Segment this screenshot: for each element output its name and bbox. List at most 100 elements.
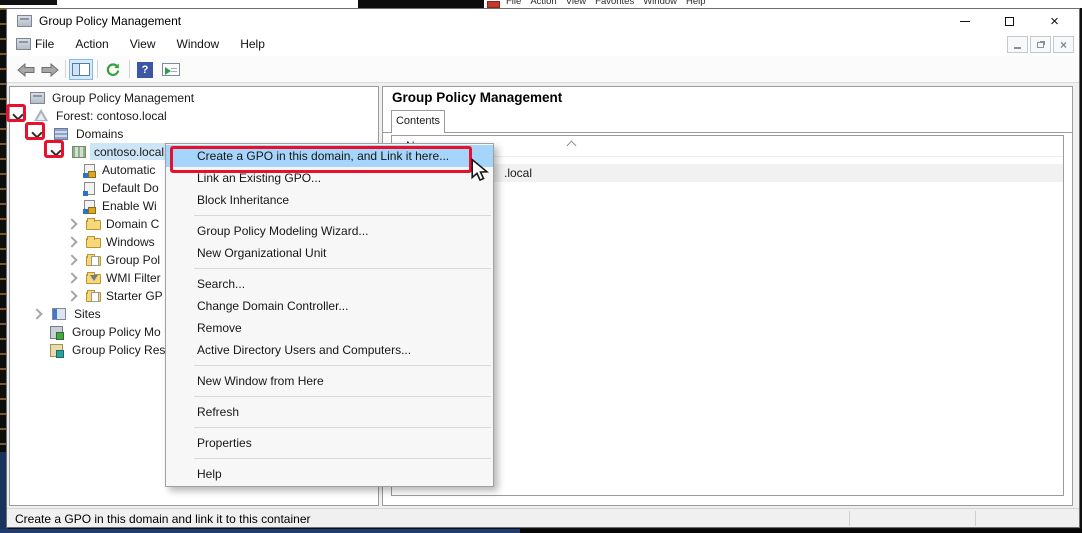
background-app-icon — [487, 1, 500, 8]
background-bottom-navy — [0, 529, 520, 533]
maximize-icon — [1005, 17, 1014, 26]
tab-contents[interactable]: Contents — [391, 110, 445, 133]
tab-strip-line — [383, 132, 1072, 133]
menu-bar: File Action View Window Help × — [7, 33, 1079, 56]
background-menu-help: Help — [686, 0, 706, 7]
forward-arrow-icon — [41, 63, 59, 77]
status-bar: Create a GPO in this domain and link it … — [7, 508, 1079, 527]
tree-item-label: Group Policy Mo — [72, 325, 161, 339]
chevron-collapsed-icon[interactable] — [66, 236, 77, 247]
tree-item-label: Domain C — [106, 217, 159, 231]
menu-window[interactable]: Window — [177, 37, 220, 51]
child-window-controls: × — [1007, 36, 1074, 53]
menu-item-help[interactable]: Help — [166, 463, 493, 485]
forest-icon — [34, 109, 48, 121]
toolbar-separator — [97, 60, 98, 78]
tree-item-label: Automatic — [102, 163, 155, 177]
folder-icon — [86, 220, 101, 230]
refresh-icon — [105, 62, 121, 78]
menu-item-change-domain-controller[interactable]: Change Domain Controller... — [166, 295, 493, 317]
chevron-collapsed-icon[interactable] — [31, 308, 42, 319]
close-icon: × — [1050, 14, 1059, 29]
chevron-collapsed-icon[interactable] — [66, 254, 77, 265]
menu-separator — [166, 361, 493, 370]
annotation-box-forest-chevron — [6, 104, 26, 122]
tree-item-label: Domains — [76, 127, 123, 141]
forward-button[interactable] — [39, 59, 61, 80]
tree-item-domains[interactable]: Domains — [10, 125, 378, 143]
menu-item-properties[interactable]: Properties — [166, 432, 493, 454]
context-menu: Create a GPO in this domain, and Link it… — [165, 143, 494, 487]
status-separator — [975, 511, 976, 526]
help-icon: ? — [137, 62, 153, 78]
menu-separator — [166, 392, 493, 401]
background-menu-view: View — [566, 0, 586, 7]
chevron-collapsed-icon[interactable] — [66, 218, 77, 229]
chevron-collapsed-icon[interactable] — [66, 272, 77, 283]
menu-item-ad-users-and-computers[interactable]: Active Directory Users and Computers... — [166, 339, 493, 361]
modeling-icon — [50, 326, 63, 339]
wmi-filter-folder-icon — [86, 274, 101, 284]
child-close-button[interactable]: × — [1053, 36, 1074, 53]
results-icon — [50, 344, 63, 357]
help-button[interactable]: ? — [133, 59, 157, 80]
menu-item-new-organizational-unit[interactable]: New Organizational Unit — [166, 242, 493, 264]
tree-item-label: Windows — [106, 235, 155, 249]
menu-separator — [166, 423, 493, 432]
menu-item-refresh[interactable]: Refresh — [166, 401, 493, 423]
menu-item-search[interactable]: Search... — [166, 273, 493, 295]
title-bar[interactable]: Group Policy Management × — [7, 9, 1079, 33]
menu-separator — [166, 211, 493, 220]
tree-item-label: Group Policy Res — [72, 343, 165, 357]
status-text: Create a GPO in this domain and link it … — [15, 512, 310, 526]
console-tree-icon — [72, 63, 90, 76]
menu-item-block-inheritance[interactable]: Block Inheritance — [166, 189, 493, 211]
back-button[interactable] — [15, 59, 37, 80]
menu-file[interactable]: File — [35, 37, 54, 51]
child-close-icon: × — [1060, 38, 1067, 52]
tree-item-forest[interactable]: Forest: contoso.local — [10, 107, 378, 125]
folder-icon — [86, 238, 101, 248]
tree-item-label: Sites — [74, 307, 101, 321]
refresh-button[interactable] — [101, 59, 125, 80]
tree-item-label: contoso.local — [94, 145, 164, 159]
menu-separator — [166, 264, 493, 273]
minimize-button[interactable] — [942, 9, 987, 33]
chevron-collapsed-icon[interactable] — [66, 290, 77, 301]
toolbar-separator — [129, 60, 130, 78]
child-minimize-button[interactable] — [1007, 36, 1028, 53]
background-window-black-bar — [358, 0, 484, 8]
tree-item-label: WMI Filter — [106, 271, 161, 285]
menu-item-remove[interactable]: Remove — [166, 317, 493, 339]
maximize-button[interactable] — [987, 9, 1032, 33]
app-icon — [17, 15, 32, 27]
tree-item-label: Group Policy Management — [52, 91, 194, 105]
back-arrow-icon — [17, 63, 35, 77]
console-root-icon — [30, 92, 45, 104]
tree-item-label: Enable Wi — [102, 199, 157, 213]
tree-item-root[interactable]: Group Policy Management — [10, 89, 378, 107]
background-window-strip: File Action View Favorites Window Help — [0, 0, 1082, 8]
menu-help[interactable]: Help — [240, 37, 265, 51]
child-restore-button[interactable] — [1030, 36, 1051, 53]
tree-item-label: Starter GP — [106, 289, 163, 303]
list-row-label: .local — [504, 166, 532, 180]
menu-action[interactable]: Action — [75, 37, 108, 51]
tree-item-label: Default Do — [102, 181, 159, 195]
gpo-folder-icon — [86, 256, 101, 266]
menu-view[interactable]: View — [130, 37, 156, 51]
sort-ascending-icon — [567, 141, 577, 151]
window-controls: × — [942, 9, 1077, 33]
close-button[interactable]: × — [1032, 9, 1077, 33]
menu-item-new-window-from-here[interactable]: New Window from Here — [166, 370, 493, 392]
annotation-box-domains-chevron — [25, 122, 45, 140]
background-menu-action: Action — [530, 0, 556, 7]
menubar-items: File Action View Window Help — [35, 37, 265, 51]
annotation-box-contoso-chevron — [44, 140, 64, 158]
menu-item-modeling-wizard[interactable]: Group Policy Modeling Wizard... — [166, 220, 493, 242]
gpo-link-icon — [84, 182, 95, 195]
show-console-tree-button[interactable] — [69, 59, 93, 80]
toolbar-separator — [65, 60, 66, 78]
console-menu-icon — [16, 38, 31, 50]
show-in-new-window-button[interactable] — [159, 59, 183, 80]
